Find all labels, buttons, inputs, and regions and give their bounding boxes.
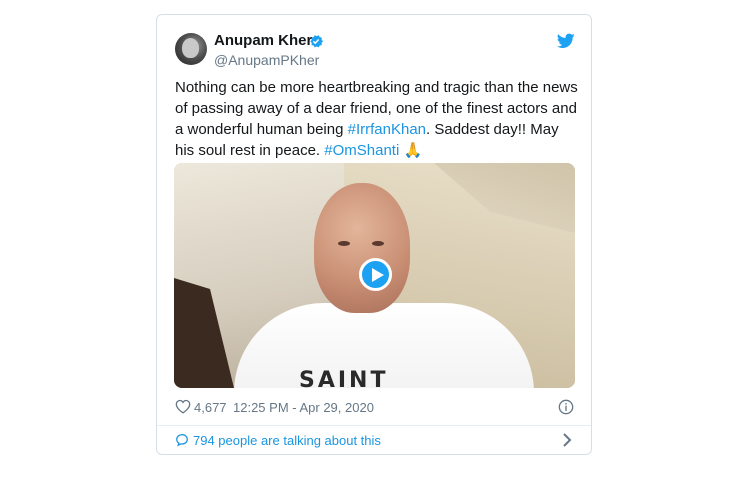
video-frame-eye xyxy=(372,241,384,246)
hashtag-omshanti[interactable]: #OmShanti xyxy=(324,142,399,159)
video-player[interactable]: SAINT xyxy=(174,163,575,388)
comment-icon xyxy=(176,434,188,447)
tweet-text: Nothing can be more heartbreaking and tr… xyxy=(175,77,580,161)
talking-about-link[interactable]: 794 people are talking about this xyxy=(175,432,575,450)
tweet-meta-row: 4,677 12:25 PM - Apr 29, 2020 xyxy=(175,398,575,418)
play-button[interactable] xyxy=(359,258,392,291)
twitter-bird-icon[interactable] xyxy=(557,33,575,49)
verified-badge-icon xyxy=(310,35,323,48)
hashtag-irrfankhan[interactable]: #IrrfanKhan xyxy=(348,121,426,138)
play-icon xyxy=(372,268,384,282)
tweet-timestamp[interactable]: 12:25 PM - Apr 29, 2020 xyxy=(233,400,374,415)
heart-icon[interactable] xyxy=(175,399,191,414)
like-count[interactable]: 4,677 xyxy=(194,400,227,415)
tweet-card: Anupam Kher @AnupamPKher Nothing can be … xyxy=(156,14,592,455)
author-handle[interactable]: @AnupamPKher xyxy=(214,52,319,68)
author-name[interactable]: Anupam Kher xyxy=(214,32,312,49)
info-icon[interactable] xyxy=(558,399,574,415)
video-frame-eye xyxy=(338,241,350,246)
shirt-print-text: SAINT xyxy=(299,368,389,388)
folded-hands-emoji: 🙏 xyxy=(403,142,423,159)
chevron-right-icon[interactable] xyxy=(562,433,572,447)
video-frame-person xyxy=(314,183,410,313)
talking-about-text[interactable]: 794 people are talking about this xyxy=(193,433,381,448)
avatar[interactable] xyxy=(175,33,207,65)
divider xyxy=(157,425,591,426)
